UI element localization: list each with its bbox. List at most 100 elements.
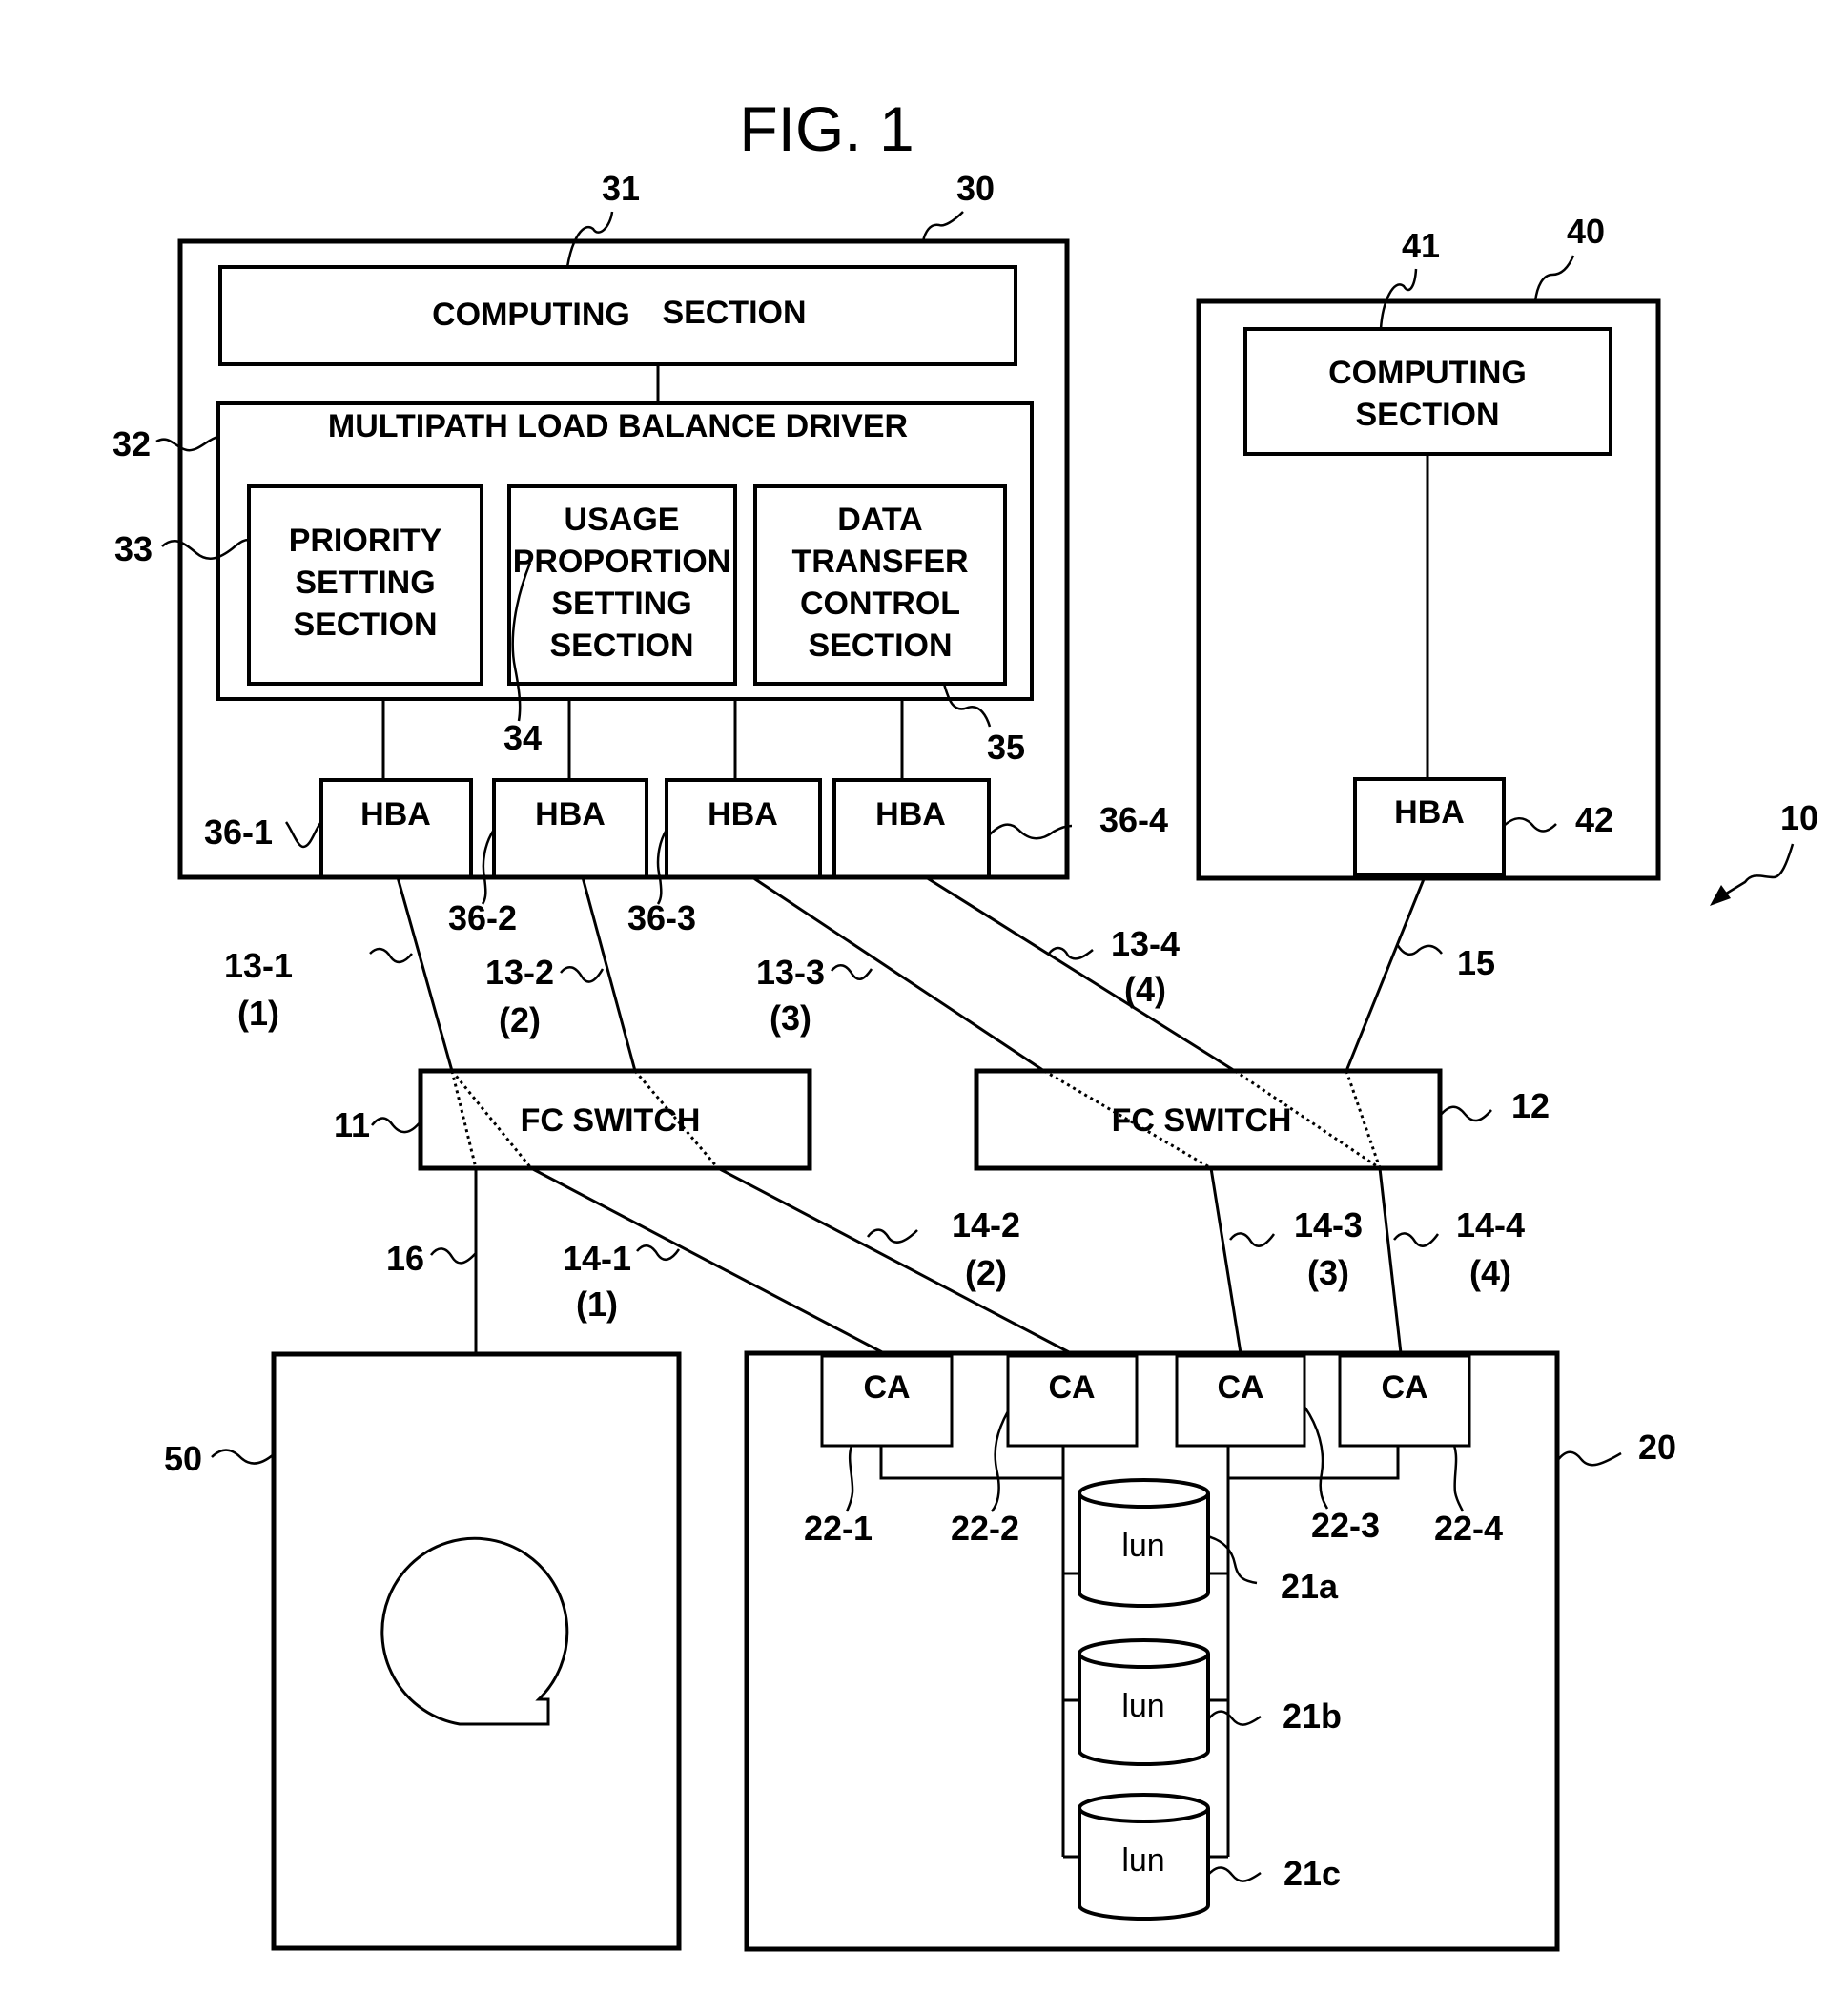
ref-13-1-index: (1) [237, 994, 279, 1033]
leader-50 [211, 1449, 275, 1465]
path-15 [1345, 874, 1427, 1072]
leader-22-4 [1452, 1445, 1465, 1512]
ref-14-4-index: (4) [1469, 1253, 1511, 1292]
bus-ca-4 [1228, 1446, 1400, 1480]
leader-13-2 [560, 965, 605, 983]
ref-14-2-index: (2) [965, 1253, 1007, 1292]
leader-40 [1533, 255, 1575, 302]
ref-13-2-index: (2) [499, 1000, 541, 1039]
host-40: 40 COMPUTING SECTION 41 HBA 42 [1196, 212, 1661, 881]
hba-36-3-label: HBA [708, 796, 778, 833]
ref-21a: 21a [1281, 1567, 1339, 1606]
figure-title: FIG. 1 [739, 93, 914, 164]
leader-20 [1556, 1450, 1622, 1467]
computing-section-41-line-1: COMPUTING [1328, 355, 1527, 391]
leader-42 [1503, 817, 1557, 833]
leader-14-1 [636, 1244, 681, 1262]
leader-14-4 [1393, 1232, 1440, 1247]
ca-22-4-label: CA [1381, 1369, 1427, 1406]
leader-30 [921, 211, 964, 242]
hba-42-label: HBA [1394, 794, 1465, 831]
ref-22-3: 22-3 [1311, 1506, 1380, 1545]
ref-22-1: 22-1 [804, 1509, 873, 1548]
hba-36-2-label: HBA [535, 796, 606, 833]
lun-21a: lun [1078, 1478, 1210, 1608]
leader-32 [155, 435, 219, 452]
tape-device-50-box [271, 1351, 682, 1951]
ca-22-1-label: CA [863, 1369, 910, 1406]
driver-32-label: MULTIPATH LOAD BALANCE DRIVER [328, 408, 908, 444]
lun-21c-top [1078, 1793, 1210, 1823]
ref-14-1-index: (1) [576, 1285, 618, 1324]
leader-22-2 [991, 1410, 1010, 1512]
ref-22-2: 22-2 [951, 1509, 1019, 1548]
path-14-4 [1378, 1167, 1403, 1354]
lun-21c-label: lun [1121, 1842, 1164, 1879]
host-30: 30 COMPUTING SECTION 31 MULTIPATH LOAD B… [113, 169, 1168, 937]
switch-11-route-16 [450, 1070, 478, 1169]
lun-21a-label: lun [1121, 1528, 1164, 1564]
section-34-line-2: PROPORTION [513, 544, 731, 580]
ref-14-2: 14-2 [952, 1205, 1020, 1244]
ref-14-1: 14-1 [563, 1239, 631, 1278]
path-13-4 [925, 875, 1236, 1073]
ref-10: 10 [1780, 798, 1818, 837]
ca-22-3-label: CA [1217, 1369, 1263, 1406]
ref-33: 33 [114, 529, 153, 568]
leader-13-1 [369, 947, 413, 964]
ref-13-3: 13-3 [756, 953, 825, 992]
leader-14-3 [1229, 1232, 1276, 1247]
leader-35 [942, 683, 992, 728]
ref-35: 35 [987, 728, 1025, 767]
bus-ca-1 [879, 1446, 1063, 1480]
ca-22-2-label: CA [1048, 1369, 1095, 1406]
leader-21a [1206, 1534, 1258, 1585]
section-35-line-2: TRANSFER [791, 544, 968, 580]
computing-section-31-label-left: COMPUTING [432, 297, 630, 333]
section-34-line-1: USAGE [565, 502, 680, 538]
lun-21b-top [1078, 1638, 1210, 1669]
arrow-10-icon [1710, 885, 1731, 906]
ref-42: 42 [1575, 800, 1613, 839]
ref-11: 11 [334, 1105, 370, 1144]
hba-36-1-label: HBA [360, 796, 431, 833]
lun-21b: lun [1078, 1638, 1210, 1766]
ref-12: 12 [1511, 1086, 1550, 1125]
leader-22-1 [845, 1445, 854, 1512]
leader-15 [1395, 943, 1443, 956]
section-35-line-1: DATA [837, 502, 922, 538]
hba-36-4-label: HBA [875, 796, 946, 833]
switch-11-route-1 [450, 1070, 533, 1169]
section-33-line-3: SECTION [293, 607, 437, 643]
leader-21c [1207, 1866, 1262, 1882]
system-diagram: FIG. 1 30 COMPUTING SECTION 31 MULTIPATH… [113, 93, 1818, 1952]
section-33-line-2: SETTING [295, 565, 435, 601]
ref-21b: 21b [1283, 1696, 1342, 1736]
leader-12 [1439, 1105, 1492, 1122]
ref-40: 40 [1567, 212, 1605, 251]
storage-20: 20 CA CA CA CA lun lun lun 22-1 22-2 22-… [744, 1350, 1676, 1952]
computing-section-41 [1243, 327, 1612, 456]
leader-13-3 [831, 963, 873, 981]
ref-50: 50 [164, 1439, 202, 1478]
ref-41: 41 [1402, 226, 1440, 265]
section-34-line-4: SECTION [549, 627, 693, 664]
ref-20: 20 [1638, 1428, 1676, 1467]
computing-section-41-line-2: SECTION [1355, 397, 1499, 433]
lun-21b-label: lun [1121, 1688, 1164, 1724]
leader-33 [161, 538, 250, 560]
leader-11 [371, 1117, 421, 1134]
ref-36-1: 36-1 [204, 812, 273, 852]
ref-13-3-index: (3) [770, 998, 811, 1038]
leader-21b [1207, 1710, 1262, 1726]
ref-36-2: 36-2 [448, 898, 517, 937]
path-13-1 [396, 876, 454, 1072]
ref-13-1: 13-1 [224, 946, 293, 985]
tape-reel-icon [380, 1536, 569, 1726]
ref-22-4: 22-4 [1434, 1509, 1503, 1548]
leader-22-3 [1303, 1406, 1329, 1510]
lun-21c: lun [1078, 1793, 1210, 1921]
section-34-line-3: SETTING [551, 586, 691, 622]
ref-13-4: 13-4 [1111, 924, 1180, 963]
ref-34: 34 [503, 718, 542, 757]
